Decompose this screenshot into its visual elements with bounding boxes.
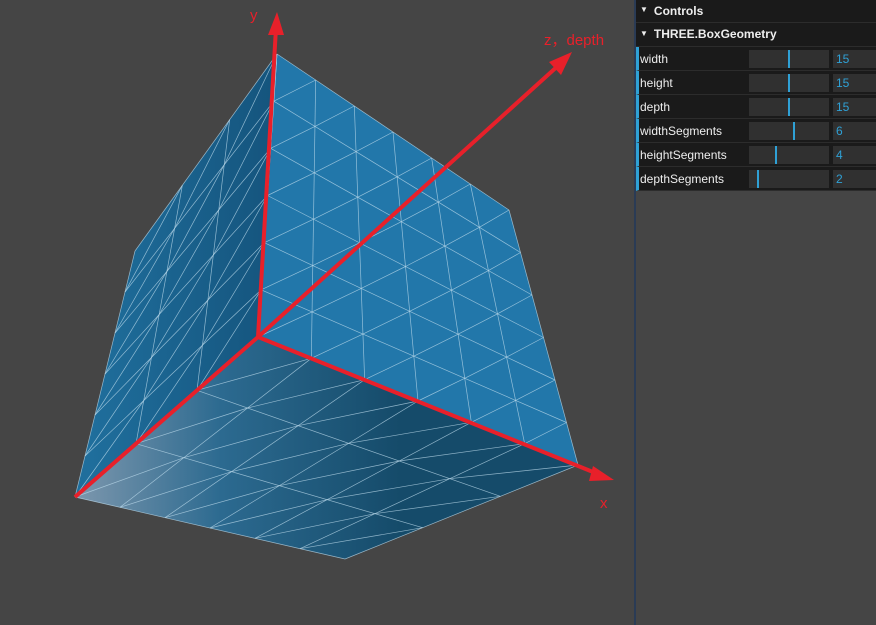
slider-handle[interactable] [788,74,790,92]
slider-handle[interactable] [793,122,795,140]
control-row-width: width [636,47,876,71]
panel-empty-area [636,196,876,625]
y-axis-label: y [250,7,258,24]
z-axis-label: z，depth [544,32,604,49]
box-geometry-mesh [74,53,579,560]
control-row-heightSegments: heightSegments [636,143,876,167]
depthSegments-slider[interactable] [749,170,829,188]
controls-title: Controls [653,4,704,18]
control-row-depth: depth [636,95,876,119]
chevron-down-icon: ▼ [640,29,648,38]
height-input[interactable] [833,74,876,92]
x-axis-arrow [589,466,614,481]
control-row-depthSegments: depthSegments [636,167,876,191]
depth-slider[interactable] [749,98,829,116]
folder-header-boxgeometry[interactable]: ▼ THREE.BoxGeometry [636,23,876,47]
control-row-height: height [636,71,876,95]
depth-input[interactable] [833,98,876,116]
y-axis-arrow [268,12,284,35]
control-row-widthSegments: widthSegments [636,119,876,143]
control-label: widthSegments [640,123,723,138]
width-slider[interactable] [749,50,829,68]
control-label: width [640,51,669,66]
slider-handle[interactable] [757,170,759,188]
depthSegments-input[interactable] [833,170,876,188]
control-label: height [640,75,673,90]
slider-handle[interactable] [788,50,790,68]
controls-panel: ▼ Controls ▼ THREE.BoxGeometry width heig… [634,0,876,625]
control-label: depth [640,99,671,114]
slider-handle[interactable] [788,98,790,116]
chevron-down-icon: ▼ [640,5,648,14]
widthSegments-slider[interactable] [749,122,829,140]
width-input[interactable] [833,50,876,68]
folder-title: THREE.BoxGeometry [653,27,777,41]
x-axis-label: x [600,495,608,512]
slider-handle[interactable] [775,146,777,164]
heightSegments-input[interactable] [833,146,876,164]
heightSegments-slider[interactable] [749,146,829,164]
height-slider[interactable] [749,74,829,92]
control-label: depthSegments [640,171,725,186]
controls-header[interactable]: ▼ Controls [636,0,876,23]
widthSegments-input[interactable] [833,122,876,140]
control-label: heightSegments [640,147,727,162]
